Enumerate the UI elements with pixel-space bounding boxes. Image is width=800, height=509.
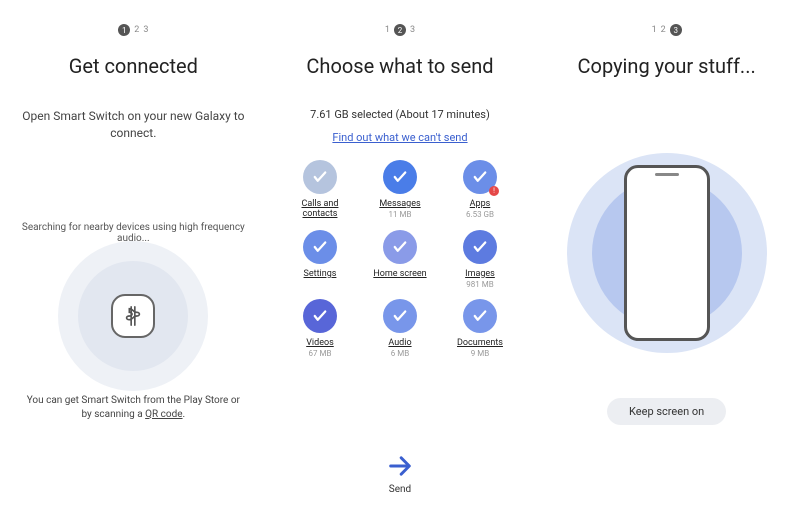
- step-indicator: 1 2 3: [652, 24, 682, 36]
- check-icon: [303, 230, 337, 264]
- item-label: Messages: [379, 199, 420, 209]
- panel-copying: 1 2 3 Copying your stuff... Keep screen …: [533, 0, 800, 509]
- item-label: Videos: [306, 338, 334, 348]
- content-item-5[interactable]: Images981 MB: [447, 230, 513, 289]
- step-3-current: 3: [670, 24, 682, 36]
- item-size: 6 MB: [391, 349, 409, 358]
- qr-code-link[interactable]: QR code: [145, 409, 182, 420]
- item-size: 6.53 GB: [466, 210, 494, 219]
- content-item-7[interactable]: Audio6 MB: [367, 299, 433, 358]
- check-icon: [463, 299, 497, 333]
- step-2: 2: [134, 25, 139, 35]
- content-item-1[interactable]: Messages11 MB: [367, 160, 433, 220]
- item-label: Documents: [457, 338, 503, 348]
- step-indicator: 1 2 3: [118, 24, 148, 36]
- item-size: 67 MB: [309, 349, 332, 358]
- arrow-right-icon: [386, 452, 414, 480]
- item-label: Images: [465, 269, 495, 279]
- step-2-current: 2: [394, 24, 406, 36]
- footer-text: You can get Smart Switch from the Play S…: [0, 394, 267, 422]
- check-icon: !: [463, 160, 497, 194]
- item-label: Home screen: [373, 269, 426, 279]
- step-1: 1: [652, 25, 657, 35]
- send-label: Send: [389, 484, 411, 495]
- phone-icon: [624, 165, 710, 341]
- content-item-3[interactable]: Settings: [287, 230, 353, 289]
- content-grid: Calls and contacts Messages11 MB! Apps6.53…: [287, 160, 513, 358]
- subtitle: Open Smart Switch on your new Galaxy to …: [0, 108, 267, 142]
- check-icon: [303, 160, 337, 194]
- send-button[interactable]: Send: [267, 452, 534, 495]
- pulse-animation: [53, 256, 213, 376]
- keep-screen-on-button[interactable]: Keep screen on: [607, 398, 726, 425]
- step-1-current: 1: [118, 24, 130, 36]
- find-out-link[interactable]: Find out what we can't send: [332, 131, 467, 144]
- page-title: Copying your stuff...: [578, 54, 756, 78]
- page-title: Choose what to send: [306, 54, 493, 78]
- content-item-6[interactable]: Videos67 MB: [287, 299, 353, 358]
- content-item-0[interactable]: Calls and contacts: [287, 160, 353, 220]
- step-indicator: 1 2 3: [385, 24, 415, 36]
- selection-summary: 7.61 GB selected (About 17 minutes): [310, 108, 490, 121]
- check-icon: [383, 230, 417, 264]
- check-icon: [303, 299, 337, 333]
- panel-get-connected: 1 2 3 Get connected Open Smart Switch on…: [0, 0, 267, 509]
- content-item-4[interactable]: Home screen: [367, 230, 433, 289]
- item-label: Apps: [470, 199, 491, 209]
- check-icon: [383, 299, 417, 333]
- step-3: 3: [143, 25, 148, 35]
- panel-choose-send: 1 2 3 Choose what to send 7.61 GB select…: [267, 0, 534, 509]
- alert-badge-icon: !: [489, 186, 499, 196]
- step-1: 1: [385, 25, 390, 35]
- smart-switch-icon: [111, 294, 155, 338]
- item-label: Settings: [304, 269, 337, 279]
- item-size: 11 MB: [389, 210, 412, 219]
- step-3: 3: [410, 25, 415, 35]
- item-label: Calls and contacts: [287, 199, 353, 220]
- item-label: Audio: [388, 338, 411, 348]
- phone-animation: [567, 138, 767, 368]
- item-size: 9 MB: [471, 349, 489, 358]
- check-icon: [383, 160, 417, 194]
- item-size: 981 MB: [466, 280, 493, 289]
- page-title: Get connected: [69, 54, 198, 78]
- content-item-8[interactable]: Documents9 MB: [447, 299, 513, 358]
- content-item-2[interactable]: ! Apps6.53 GB: [447, 160, 513, 220]
- check-icon: [463, 230, 497, 264]
- step-2: 2: [661, 25, 666, 35]
